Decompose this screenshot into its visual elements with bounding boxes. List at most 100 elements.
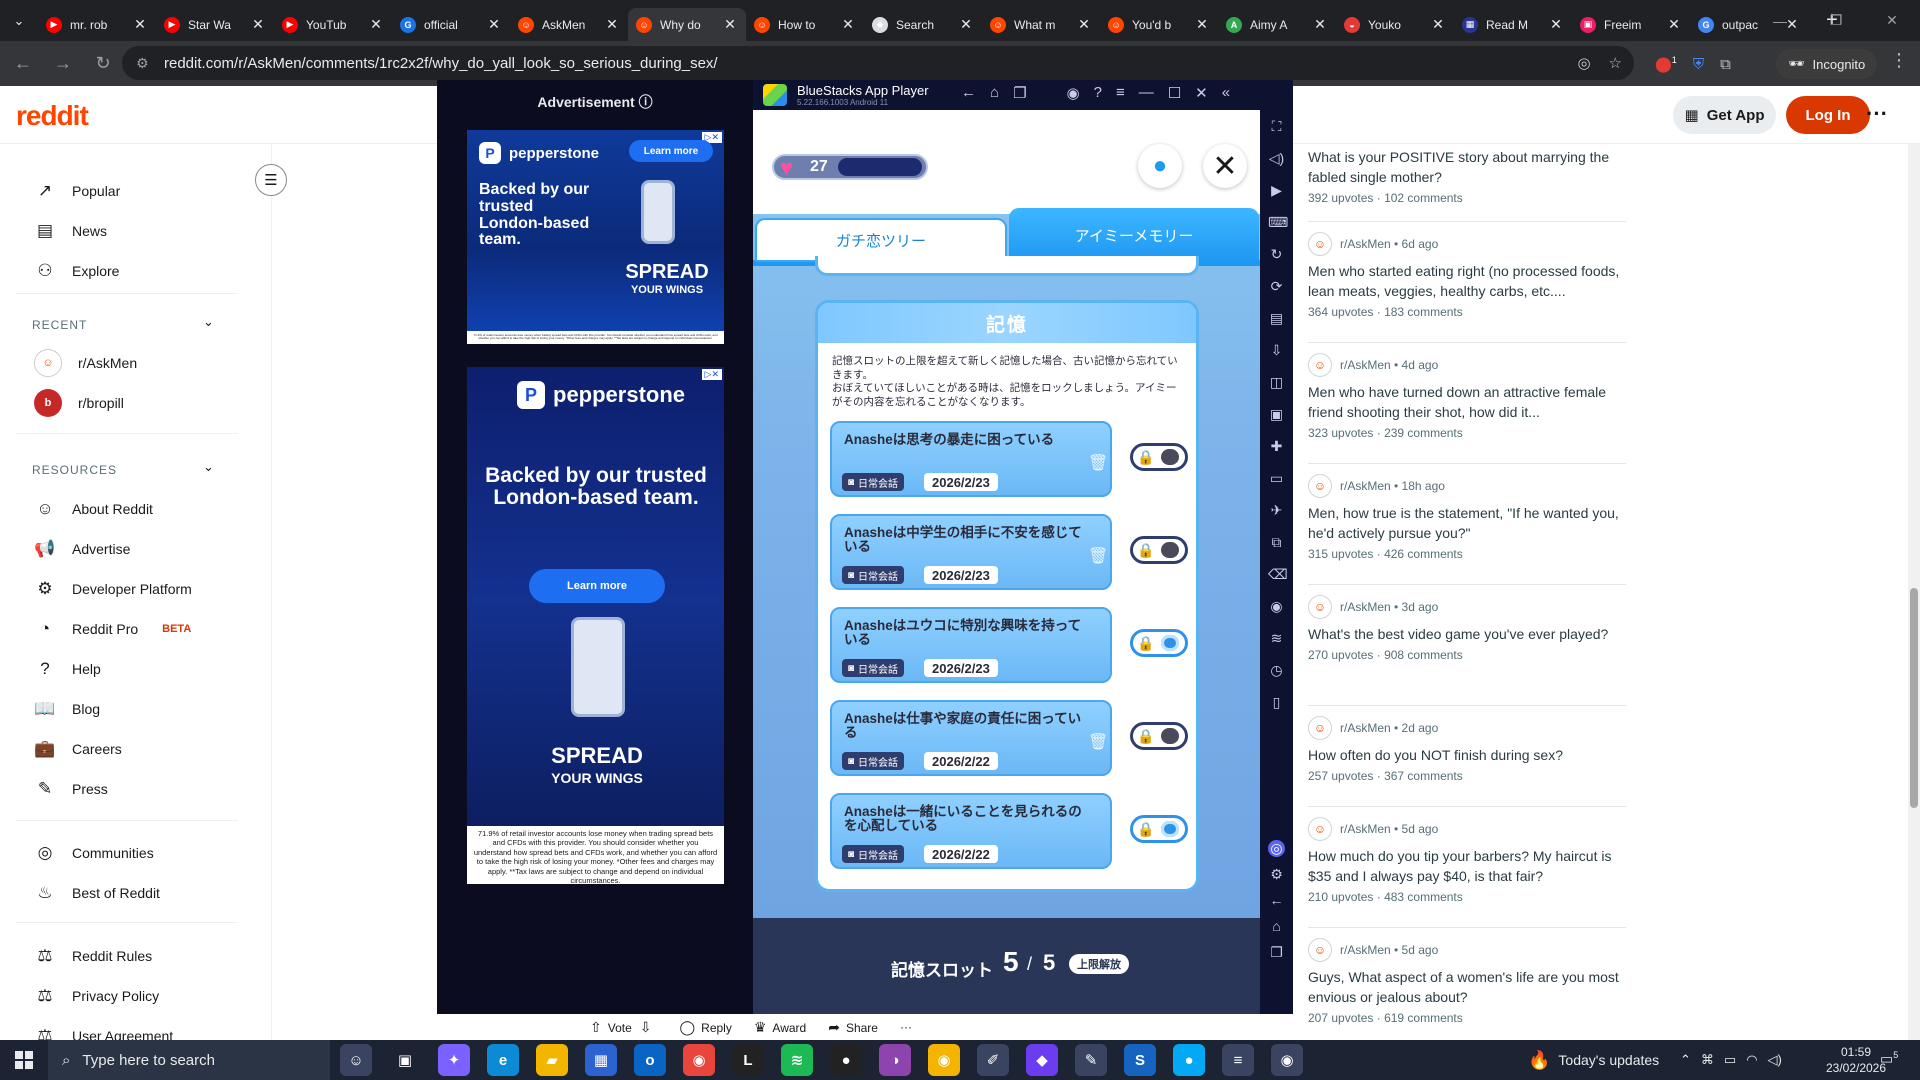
edge-icon[interactable]: e <box>487 1044 519 1076</box>
browser-tab[interactable]: ◒ Youko ✕ <box>1336 8 1454 41</box>
log-in-button[interactable]: Log In <box>1786 96 1870 134</box>
apk-icon[interactable]: ⇩ <box>1268 342 1285 359</box>
live-icon[interactable]: L <box>732 1044 764 1076</box>
rail-post-title[interactable]: How much do you tip your barbers? My hai… <box>1308 846 1626 886</box>
copilot-icon[interactable]: ✦ <box>438 1044 470 1076</box>
browser-tab[interactable]: ▶ mr. rob ✕ <box>38 8 156 41</box>
sidebar-recent-bropill[interactable]: b r/bropill <box>34 389 124 417</box>
sidebar-resource-advertise[interactable]: 📢 Advertise <box>34 537 130 561</box>
adchoices-icon-large[interactable]: ▷✕ <box>701 369 722 380</box>
volume-icon[interactable]: ◁) <box>1768 1052 1782 1068</box>
puzzle-extensions-icon[interactable]: ⧉ <box>1720 56 1731 73</box>
bs-home-icon[interactable]: ⌂ <box>990 84 999 102</box>
erase-icon[interactable]: ⌫ <box>1268 566 1288 583</box>
screen-record-icon[interactable]: ▶ <box>1268 182 1285 199</box>
eye-slash-icon[interactable]: ◎ <box>1577 54 1590 72</box>
site-info-icon[interactable]: ⚙ <box>136 55 154 72</box>
sidebar-resource-careers[interactable]: 💼 Careers <box>34 737 121 761</box>
resources-chevron-icon[interactable]: ⌄ <box>203 459 214 475</box>
gamepad-icon[interactable]: ✚ <box>1268 438 1285 455</box>
sidebar-recent-askmen[interactable]: ☺ r/AskMen <box>34 349 137 377</box>
ad-banner-large[interactable]: ▷✕ P pepperstone Backed by our trusted L… <box>467 367 724 884</box>
location-icon[interactable]: ◉ <box>1268 598 1285 615</box>
task-view-icon[interactable]: ▣ <box>389 1044 421 1076</box>
upvote-icon[interactable]: ⇧ <box>590 1019 602 1035</box>
memory-lock-toggle[interactable]: 🔒 <box>1130 443 1188 471</box>
rail-post[interactable]: What is your POSITIVE story about marryi… <box>1308 144 1626 205</box>
browser-tab[interactable]: Gofficial ✕ <box>392 8 510 41</box>
browser-tab[interactable]: ☺ What m ✕ <box>982 8 1100 41</box>
omnibox[interactable]: ⚙ reddit.com/r/AskMen/comments/1rc2x2f/w… <box>122 46 1634 80</box>
tab-close-icon[interactable]: ✕ <box>486 16 502 33</box>
rail-post-title[interactable]: Guys, What aspect of a women's life are … <box>1308 967 1626 1007</box>
notification-center-button[interactable]: ▭5 <box>1880 1050 1898 1068</box>
browser-menu-icon[interactable]: ⋮ <box>1890 50 1908 71</box>
browser-tab[interactable]: A Aimy A ✕ <box>1218 8 1336 41</box>
memory-item[interactable]: Anasheは一緒にいることを見られるのを心配している ◙ 日常会話 2026/2/2… <box>830 793 1112 869</box>
ad-learn-more-button-large[interactable]: Learn more <box>529 569 665 603</box>
trash-icon[interactable]: 🗑 <box>1088 453 1108 473</box>
tab-close-icon[interactable]: ✕ <box>1076 16 1092 33</box>
spotify-icon[interactable]: ≋ <box>781 1044 813 1076</box>
rail-post-title[interactable]: What is your POSITIVE story about marryi… <box>1308 147 1626 187</box>
fullscreen-icon[interactable]: ⛶ <box>1268 118 1285 135</box>
sidebar-resource-developer-platform[interactable]: ⚙ Developer Platform <box>34 577 191 601</box>
rail-post-title[interactable]: Men, how true is the statement, "If he w… <box>1308 503 1626 543</box>
app-circle-icon[interactable]: ● <box>830 1044 862 1076</box>
vote-control[interactable]: ⇧ Vote ⇩ <box>590 1019 658 1036</box>
browser-tab[interactable]: ▦ Read M ✕ <box>1454 8 1572 41</box>
memory-lock-toggle[interactable]: 🔒 <box>1130 629 1188 657</box>
layers-icon[interactable]: ≋ <box>1268 630 1285 647</box>
reload-button[interactable]: ↻ <box>86 47 120 81</box>
tab-close-icon[interactable]: ✕ <box>958 16 974 33</box>
rail-post[interactable]: ☺ r/AskMen • 18h ago Men, how true is the … <box>1308 474 1626 561</box>
discord-icon[interactable]: ◎ <box>1268 840 1285 857</box>
reply-button[interactable]: ◯ Reply <box>680 1019 732 1036</box>
more-options-icon[interactable]: ··· <box>1866 101 1888 127</box>
tab-close-icon[interactable]: ✕ <box>1312 16 1328 33</box>
tab-close-icon[interactable]: ✕ <box>368 16 384 33</box>
sync-icon[interactable]: ⟳ <box>1268 278 1285 295</box>
minimize-icon[interactable]: — <box>1752 0 1808 41</box>
bs-close-icon[interactable]: ✕ <box>1195 84 1208 102</box>
sidebar-item-explore[interactable]: ⚇ Explore <box>34 259 119 283</box>
collapse-sidebar-button[interactable]: ☰ <box>255 164 287 196</box>
bs-minimize-icon[interactable]: — <box>1139 84 1154 102</box>
close-window-icon[interactable]: ✕ <box>1864 0 1920 41</box>
app-tool-icon[interactable]: ✎ <box>1075 1044 1107 1076</box>
bluestacks-icon[interactable]: ≡ <box>1222 1044 1254 1076</box>
browser-tab[interactable]: ☺ AskMen ✕ <box>510 8 628 41</box>
sidebar-item-popular[interactable]: ↗ Popular <box>34 179 120 203</box>
chrome-alt-icon[interactable]: ◉ <box>928 1044 960 1076</box>
tab-close-icon[interactable]: ✕ <box>250 16 266 33</box>
feather-icon[interactable]: ✐ <box>977 1044 1009 1076</box>
browser-tab[interactable]: ▶ YouTub ✕ <box>274 8 392 41</box>
rail-post[interactable]: ☺ r/AskMen • 4d ago Men who have turned do… <box>1308 353 1626 440</box>
macro-icon[interactable]: ▤ <box>1268 310 1285 327</box>
rail-post[interactable]: ☺ r/AskMen • 3d ago What's the best video … <box>1308 595 1626 662</box>
tray-app-icon[interactable]: ⌘ <box>1701 1052 1714 1068</box>
rail-post-title[interactable]: Men who have turned down an attractive f… <box>1308 382 1626 422</box>
memory-lock-toggle[interactable]: 🔒 <box>1130 536 1188 564</box>
tab-close-icon[interactable]: ✕ <box>1194 16 1210 33</box>
browser-tab[interactable]: ◆ Search ✕ <box>864 8 982 41</box>
start-button[interactable] <box>0 1040 48 1080</box>
recents-icon[interactable]: ❐ <box>1268 944 1285 961</box>
tab-close-icon[interactable]: ✕ <box>1666 16 1682 33</box>
sidebar-item-news[interactable]: ▤ News <box>34 219 107 243</box>
restore-icon[interactable]: ❐ <box>1808 0 1864 41</box>
folder-icon[interactable]: ▭ <box>1268 470 1285 487</box>
bs-menu-icon[interactable]: ≡ <box>1116 84 1125 102</box>
browser-tab[interactable]: ▶ Star Wa ✕ <box>156 8 274 41</box>
bs-account-icon[interactable]: ◉ <box>1067 84 1080 102</box>
bs-maximize-icon[interactable]: ☐ <box>1168 84 1181 102</box>
url-text[interactable]: reddit.com/r/AskMen/comments/1rc2x2f/why… <box>164 55 718 72</box>
get-app-button[interactable]: ▦ Get App <box>1673 96 1776 134</box>
reddit-logo[interactable]: reddit <box>16 100 89 132</box>
browser-tab[interactable]: ☺ You'd b ✕ <box>1100 8 1218 41</box>
sidebar-resource-reddit-pro[interactable]: ◔ Reddit Pro BETA <box>34 617 191 641</box>
back-button[interactable]: ← <box>6 47 40 81</box>
store-icon[interactable]: ▦ <box>585 1044 617 1076</box>
speed-icon[interactable]: ◷ <box>1268 662 1285 679</box>
page-scrollbar[interactable] <box>1908 144 1920 1040</box>
